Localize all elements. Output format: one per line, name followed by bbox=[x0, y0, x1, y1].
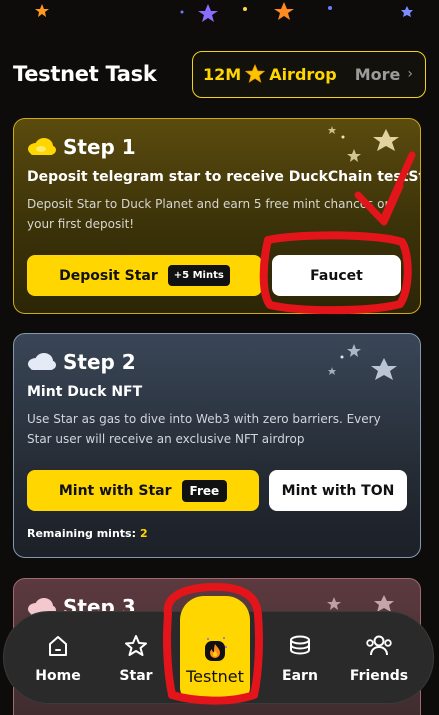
nav-item-friends[interactable]: Friends bbox=[347, 612, 411, 705]
task-description: Deposit Star to Duck Planet and earn 5 f… bbox=[27, 197, 393, 231]
step-title: Step 2 bbox=[63, 350, 136, 374]
faucet-button[interactable]: Faucet bbox=[272, 255, 401, 296]
more-label: More bbox=[354, 64, 401, 84]
cloud-icon bbox=[28, 353, 56, 370]
star-icon bbox=[245, 64, 266, 83]
task-description: Use Star as gas to dive into Web3 with z… bbox=[27, 412, 381, 446]
nav-item-home[interactable]: Home bbox=[26, 612, 90, 705]
nav-item-testnet[interactable]: Testnet bbox=[180, 596, 250, 700]
remaining-mints: Remaining mints: 2 bbox=[27, 527, 148, 540]
page-header: Testnet Task 12M Airdrop More › bbox=[13, 50, 426, 98]
task-title: Deposit telegram star to receive DuckCha… bbox=[27, 169, 421, 185]
button-label: Deposit Star bbox=[59, 267, 158, 284]
deposit-star-button[interactable]: Deposit Star +5 Mints bbox=[27, 255, 262, 296]
button-label: Mint with Star bbox=[58, 482, 172, 499]
chevron-right-icon: › bbox=[407, 66, 413, 82]
nav-label: Earn bbox=[282, 668, 318, 684]
friends-icon bbox=[366, 635, 392, 656]
button-label: Mint with TON bbox=[281, 482, 395, 499]
star-outline-icon bbox=[125, 635, 147, 656]
remaining-value: 2 bbox=[140, 527, 148, 540]
step-1-card: Step 1 Deposit telegram star to receive … bbox=[13, 118, 421, 314]
free-badge: Free bbox=[181, 479, 228, 502]
nav-item-earn[interactable]: Earn bbox=[268, 612, 332, 705]
star-decoration-icon bbox=[328, 344, 397, 380]
home-icon bbox=[49, 636, 67, 656]
nav-label: Star bbox=[119, 668, 153, 684]
star-decoration-icon bbox=[328, 126, 399, 162]
airdrop-label: Airdrop bbox=[269, 64, 337, 84]
mint-with-ton-button[interactable]: Mint with TON bbox=[269, 470, 407, 511]
cloud-icon bbox=[28, 138, 56, 155]
airdrop-amount: 12M bbox=[203, 64, 242, 84]
action-row: Deposit Star +5 Mints Faucet bbox=[27, 255, 401, 296]
remaining-label: Remaining mints: bbox=[27, 527, 136, 540]
flame-icon bbox=[205, 637, 227, 661]
mints-badge: +5 Mints bbox=[167, 265, 230, 286]
coins-icon bbox=[290, 635, 310, 655]
button-label: Faucet bbox=[310, 267, 363, 284]
action-row: Mint with Star Free Mint with TON bbox=[27, 470, 407, 511]
mint-with-star-button[interactable]: Mint with Star Free bbox=[27, 470, 259, 511]
nav-item-star[interactable]: Star bbox=[104, 612, 168, 705]
airdrop-more-button[interactable]: 12M Airdrop More › bbox=[192, 50, 426, 98]
page-title: Testnet Task bbox=[13, 62, 157, 86]
nav-label: Home bbox=[35, 668, 81, 684]
header-decoration bbox=[35, 2, 413, 22]
nav-label: Friends bbox=[349, 668, 409, 684]
step-title: Step 1 bbox=[63, 135, 136, 159]
step-2-card: Step 2 Mint Duck NFT Use Star as gas to … bbox=[13, 333, 421, 558]
nav-label: Testnet bbox=[186, 667, 244, 686]
